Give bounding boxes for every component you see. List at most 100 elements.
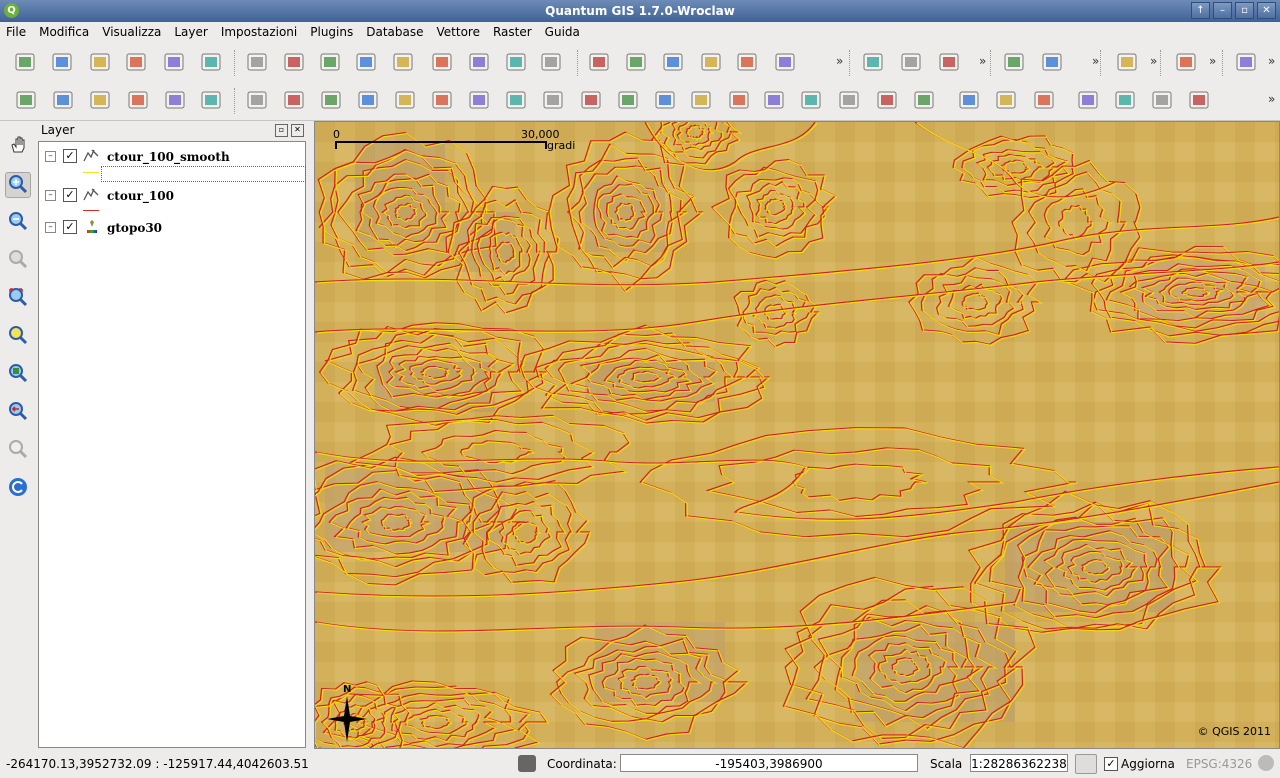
d2s-icon[interactable] — [320, 89, 342, 111]
add-postgis-layer-icon[interactable] — [319, 51, 341, 73]
georeferencer-icon[interactable] — [431, 89, 453, 111]
north-arrow-plugin-icon[interactable] — [283, 89, 305, 111]
save-as-icon[interactable] — [125, 51, 147, 73]
add-vector-layer-icon[interactable] — [246, 51, 268, 73]
menu-plugins[interactable]: Plugins — [304, 22, 360, 39]
window-up-button[interactable]: ↑ — [1191, 2, 1210, 19]
close-panel-icon[interactable]: ✕ — [291, 124, 304, 137]
toolbar-extension-icon[interactable]: » — [1268, 54, 1275, 68]
color-icon[interactable] — [654, 89, 676, 111]
bird-icon[interactable] — [838, 89, 860, 111]
print-composer-icon[interactable] — [163, 51, 185, 73]
pan-icon[interactable] — [5, 135, 31, 161]
menu-visualizza[interactable]: Visualizza — [96, 22, 168, 39]
panel-splitter[interactable] — [306, 121, 314, 749]
g2-icon[interactable] — [1077, 89, 1099, 111]
g4-icon[interactable] — [1151, 89, 1173, 111]
g3-icon[interactable] — [1114, 89, 1136, 111]
zoom-out-icon[interactable] — [5, 210, 31, 236]
layer-visibility-checkbox[interactable]: ✓ — [63, 188, 77, 202]
map-tips-icon[interactable] — [1175, 51, 1197, 73]
histogram-icon[interactable] — [505, 89, 527, 111]
plugin2-icon[interactable] — [52, 89, 74, 111]
add-spatialite-layer-icon[interactable] — [355, 51, 377, 73]
minimize-button[interactable]: – — [1213, 2, 1232, 19]
grass-icon[interactable] — [357, 89, 379, 111]
zoom-in-icon[interactable] — [5, 172, 31, 198]
g5-icon[interactable] — [1188, 89, 1210, 111]
zoom-last-icon[interactable] — [5, 400, 31, 426]
coordinate-field[interactable]: -195403,3986900 — [620, 754, 918, 772]
toolbar-extension-icon[interactable]: » — [1150, 54, 1157, 68]
menu-layer[interactable]: Layer — [168, 22, 214, 39]
zoom-full-icon[interactable] — [5, 362, 31, 388]
north-icon[interactable] — [542, 89, 564, 111]
identify-icon[interactable] — [1003, 51, 1025, 73]
node-tool-icon[interactable] — [700, 51, 722, 73]
menu-impostazioni[interactable]: Impostazioni — [215, 22, 304, 39]
zoom-next-disabled-icon[interactable] — [5, 438, 31, 464]
copyright-icon[interactable] — [246, 89, 268, 111]
maximize-button[interactable]: ▫ — [1235, 2, 1254, 19]
open-project-icon[interactable] — [51, 51, 73, 73]
save-project-icon[interactable] — [89, 51, 111, 73]
redo-icon[interactable] — [900, 51, 922, 73]
close-button[interactable]: ✕ — [1257, 2, 1276, 19]
gps-icon[interactable] — [540, 51, 562, 73]
layer-item-gtopo30[interactable]: – ✓ gtopo30 — [39, 217, 305, 237]
collapse-icon[interactable]: – — [45, 151, 56, 162]
layer-visibility-checkbox[interactable]: ✓ — [63, 149, 77, 163]
layer-item-ctour-100[interactable]: – ✓ ctour_100 — [39, 185, 305, 205]
toolbar-extension-icon[interactable]: » — [1092, 54, 1099, 68]
menu-vettore[interactable]: Vettore — [431, 22, 487, 39]
toolbar-extension-icon[interactable]: » — [1268, 92, 1275, 106]
add-wfs-layer-icon[interactable] — [505, 51, 527, 73]
menu-modifica[interactable]: Modifica — [33, 22, 96, 39]
move-feature-icon[interactable] — [662, 51, 684, 73]
triangle-icon[interactable] — [690, 89, 712, 111]
3d-icon[interactable] — [394, 89, 416, 111]
plugin4-icon[interactable] — [127, 89, 149, 111]
menu-guida[interactable]: Guida — [539, 22, 587, 39]
simplify-icon[interactable] — [938, 51, 960, 73]
toggle-editing-icon[interactable] — [588, 51, 610, 73]
plugin5-icon[interactable] — [164, 89, 186, 111]
plugin3-icon[interactable] — [89, 89, 111, 111]
undo-icon[interactable] — [862, 51, 884, 73]
star-icon[interactable] — [958, 89, 980, 111]
refresh-icon[interactable] — [5, 476, 31, 502]
toolbar-extension-icon[interactable]: » — [836, 54, 843, 68]
float-panel-icon[interactable]: ▫ — [275, 124, 288, 137]
oracle-icon[interactable] — [580, 89, 602, 111]
scale-field[interactable]: 1:28286362238 — [970, 754, 1068, 772]
zoom-full-disabled-icon[interactable] — [5, 248, 31, 274]
add-wms-layer-icon[interactable] — [392, 51, 414, 73]
plugin1-icon[interactable] — [15, 89, 37, 111]
layer-rename-field[interactable] — [101, 166, 306, 182]
menu-database[interactable]: Database — [360, 22, 430, 39]
toolbar-extension-icon[interactable]: » — [979, 54, 986, 68]
collapse-icon[interactable]: – — [45, 222, 56, 233]
measure-icon[interactable] — [1116, 51, 1138, 73]
select-icon[interactable] — [1041, 51, 1063, 73]
menu-raster[interactable]: Raster — [487, 22, 539, 39]
print-icon[interactable] — [200, 51, 222, 73]
zoom-to-selection-icon[interactable] — [5, 324, 31, 350]
zoom-to-layer-icon[interactable] — [5, 286, 31, 312]
menu-file[interactable]: File — [0, 22, 33, 39]
ferry-icon[interactable] — [800, 89, 822, 111]
globe-icon[interactable] — [468, 89, 490, 111]
toolbar-extension-icon[interactable]: » — [1209, 54, 1216, 68]
new-project-icon[interactable] — [14, 51, 36, 73]
layer-item-ctour-100-smooth[interactable]: – ✓ ctour_100_smooth — [39, 146, 305, 166]
render-checkbox[interactable]: ✓ — [1104, 757, 1118, 771]
raster-icon[interactable] — [617, 89, 639, 111]
message-toggle-icon[interactable] — [518, 755, 536, 772]
projection-icon[interactable] — [1258, 755, 1274, 771]
new-shapefile-icon[interactable] — [431, 51, 453, 73]
add-raster-layer-icon[interactable] — [283, 51, 305, 73]
delete-icon[interactable] — [995, 89, 1017, 111]
map-canvas[interactable]: 0 30,000 gradi N © QGIS 2011 — [314, 121, 1280, 749]
grass-tools-icon[interactable] — [913, 89, 935, 111]
spellcheck-icon[interactable] — [1235, 51, 1257, 73]
